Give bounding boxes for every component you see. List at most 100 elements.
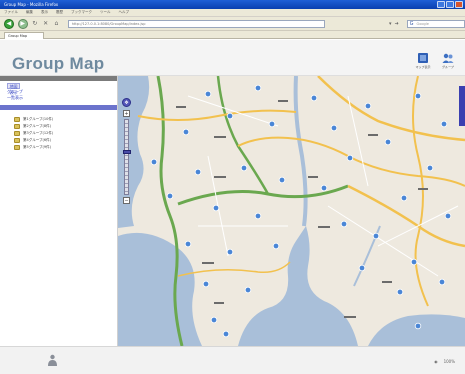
zoom-in-button[interactable]: + xyxy=(123,110,130,117)
map-marker[interactable] xyxy=(268,120,276,128)
stop-icon[interactable]: ✕ xyxy=(42,20,49,27)
map-marker[interactable] xyxy=(358,264,366,272)
go-icon[interactable]: ➜ xyxy=(394,21,398,27)
map-view-button[interactable]: マップ表示 xyxy=(412,52,434,69)
tab-group-map[interactable]: Group Map xyxy=(4,32,44,39)
back-button[interactable]: ◀ xyxy=(4,18,14,29)
folder-icon xyxy=(14,145,20,150)
map-svg[interactable] xyxy=(118,76,465,346)
reload-icon[interactable]: ↻ xyxy=(32,20,39,27)
map-marker[interactable] xyxy=(346,154,354,162)
map-marker[interactable] xyxy=(396,288,404,296)
map-marker[interactable] xyxy=(222,330,230,338)
dropdown-icon[interactable]: ▾ xyxy=(389,21,392,27)
menu-tools[interactable]: ツール xyxy=(100,10,111,15)
map-marker[interactable] xyxy=(426,164,434,172)
menu-edit[interactable]: 編集 xyxy=(26,10,33,15)
map-marker[interactable] xyxy=(182,128,190,136)
map-marker[interactable] xyxy=(364,102,372,110)
map-marker[interactable] xyxy=(330,124,338,132)
group-button[interactable]: グループ xyxy=(437,52,459,69)
map-marker[interactable] xyxy=(400,194,408,202)
map-marker[interactable] xyxy=(438,278,446,286)
tree-item[interactable]: 第3グループ(12件) xyxy=(14,130,117,137)
window-controls xyxy=(437,1,463,8)
map-marker[interactable] xyxy=(254,84,262,92)
sidebar-links: 地図表示 グループ 一覧表示 xyxy=(0,81,117,103)
tree-item[interactable]: 第5グループ(9件) xyxy=(14,144,117,151)
map-marker[interactable] xyxy=(384,138,392,146)
folder-icon xyxy=(14,124,20,129)
map-marker[interactable] xyxy=(440,120,448,128)
user-icon[interactable] xyxy=(47,354,58,366)
forward-button[interactable]: ▶ xyxy=(17,18,28,29)
map-marker[interactable] xyxy=(244,286,252,294)
plus-icon: + xyxy=(124,110,129,117)
menu-help[interactable]: ヘルプ xyxy=(119,10,130,15)
map-marker[interactable] xyxy=(240,164,248,172)
map-marker[interactable] xyxy=(202,280,210,288)
map-marker[interactable] xyxy=(272,242,280,250)
map-marker[interactable] xyxy=(410,258,418,266)
map-marker[interactable] xyxy=(226,112,234,120)
map-marker[interactable] xyxy=(254,212,262,220)
menu-history[interactable]: 履歴 xyxy=(56,10,63,15)
map-side-tab[interactable] xyxy=(459,86,465,126)
minimize-button[interactable] xyxy=(437,1,445,8)
map-marker[interactable] xyxy=(226,248,234,256)
map-marker[interactable] xyxy=(184,240,192,248)
window-titlebar: Group Map - Mozilla Firefox xyxy=(0,0,465,9)
map-marker[interactable] xyxy=(212,204,220,212)
map-marker[interactable] xyxy=(414,322,422,330)
home-icon[interactable]: ⌂ xyxy=(53,20,60,27)
address-text: http://127.0.0.1:8080/GroupMap/index.jsp xyxy=(71,21,146,26)
status-bar: ◉ 100% xyxy=(0,346,465,374)
map-marker[interactable] xyxy=(372,232,380,240)
zoom-out-button[interactable]: − xyxy=(123,197,130,204)
window-title: Group Map - Mozilla Firefox xyxy=(4,2,59,7)
close-button[interactable] xyxy=(455,1,463,8)
map-marker[interactable] xyxy=(194,168,202,176)
back-arrow-icon: ◀ xyxy=(6,20,12,27)
address-actions: ▾ ➜ xyxy=(389,21,399,27)
menu-bookmarks[interactable]: ブックマーク xyxy=(71,10,92,15)
map-marker[interactable] xyxy=(310,94,318,102)
zoom-slider[interactable] xyxy=(123,119,131,195)
zoom-slider-thumb[interactable] xyxy=(123,150,131,154)
map-marker[interactable] xyxy=(204,90,212,98)
group-label: グループ xyxy=(442,65,454,69)
menu-view[interactable]: 表示 xyxy=(41,10,48,15)
map-view-label: マップ表示 xyxy=(415,65,431,69)
pan-control[interactable]: ❖ xyxy=(122,98,131,107)
map-marker[interactable] xyxy=(340,220,348,228)
map-marker[interactable] xyxy=(150,158,158,166)
zoom-control: ❖ + − xyxy=(122,98,131,204)
folder-icon xyxy=(14,117,20,122)
menubar: ファイル 編集 表示 履歴 ブックマーク ツール ヘルプ xyxy=(0,9,465,17)
maximize-button[interactable] xyxy=(446,1,454,8)
folder-icon xyxy=(14,131,20,136)
map-marker[interactable] xyxy=(166,192,174,200)
tree-item-label: 第2グループ(8件) xyxy=(23,124,51,128)
address-bar[interactable]: http://127.0.0.1:8080/GroupMap/index.jsp xyxy=(67,19,325,28)
map-marker[interactable] xyxy=(278,176,286,184)
people-icon xyxy=(442,53,454,63)
map-marker[interactable] xyxy=(210,316,218,324)
tree-item-label: 第1グループ(10件) xyxy=(23,117,54,121)
tab-strip: Group Map xyxy=(0,31,465,39)
tree-item-label: 第4グループ(6件) xyxy=(23,138,51,142)
page-title: Group Map xyxy=(12,54,105,73)
menu-file[interactable]: ファイル xyxy=(4,10,18,15)
sidebar-link-list[interactable]: 一覧表示 xyxy=(7,95,117,101)
search-engine-icon[interactable]: G xyxy=(410,21,414,27)
map-marker[interactable] xyxy=(320,184,328,192)
security-icon: ◉ xyxy=(434,359,438,364)
tree-item[interactable]: 第4グループ(6件) xyxy=(14,137,117,144)
zoom-level: 100% xyxy=(443,359,455,364)
tree-item[interactable]: 第2グループ(8件) xyxy=(14,123,117,130)
map-canvas[interactable]: ❖ + − xyxy=(118,76,465,346)
map-marker[interactable] xyxy=(414,92,422,100)
tree-item[interactable]: 第1グループ(10件) xyxy=(14,116,117,123)
search-input[interactable]: G Google xyxy=(406,19,465,28)
map-marker[interactable] xyxy=(444,212,452,220)
